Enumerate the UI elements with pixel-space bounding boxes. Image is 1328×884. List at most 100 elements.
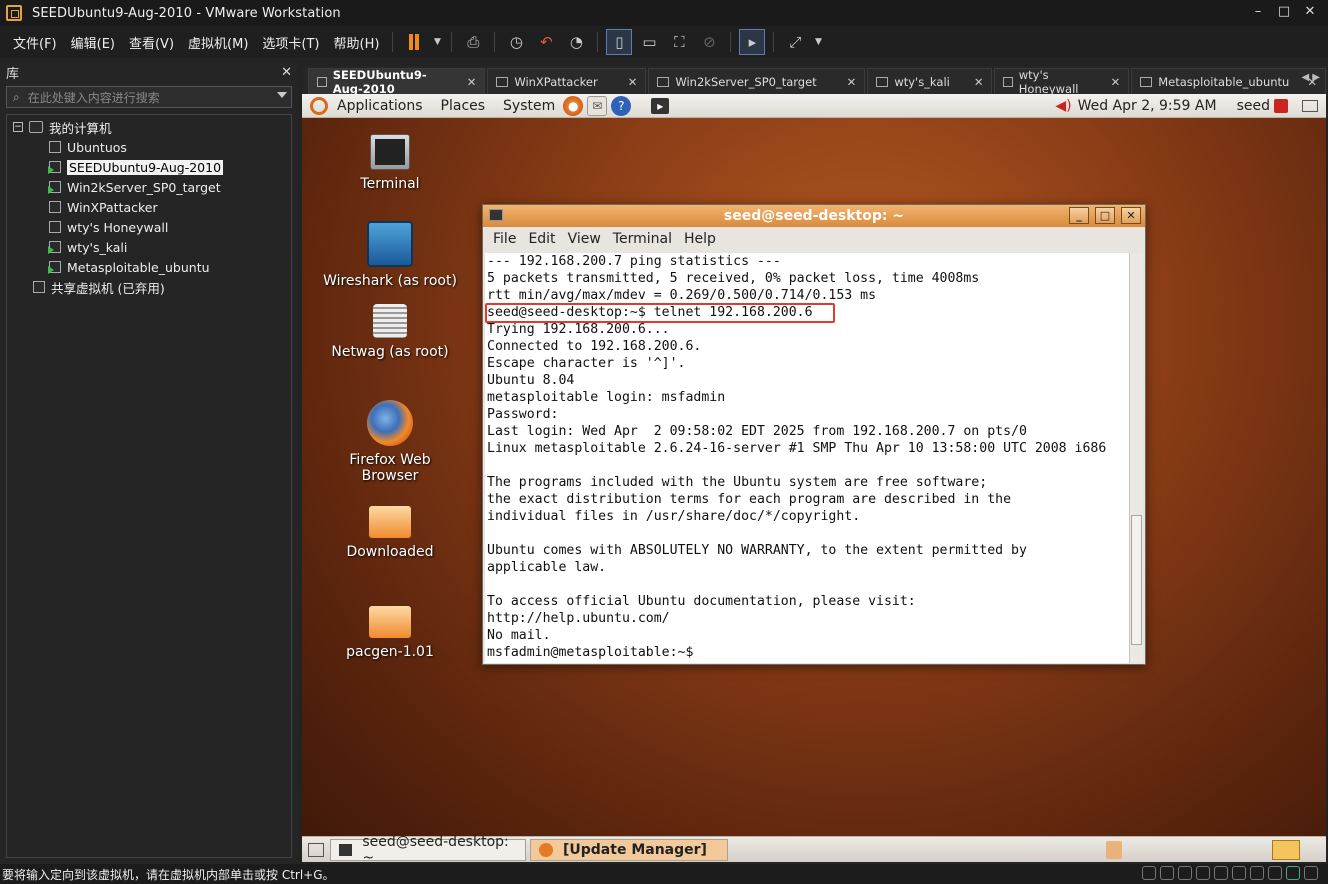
pause-dropdown-icon[interactable]: ▼ bbox=[431, 29, 443, 55]
workspace-switcher[interactable] bbox=[1272, 840, 1300, 860]
tab-kali[interactable]: wty's_kali ✕ bbox=[867, 68, 993, 94]
console-view-icon[interactable]: ▸ bbox=[739, 29, 766, 55]
fullscreen-icon[interactable]: ⛶ bbox=[666, 29, 692, 55]
menu-file[interactable]: 文件(F) bbox=[6, 33, 64, 52]
stretch-guest-icon[interactable]: ⤢ bbox=[782, 29, 808, 55]
tab-close-icon[interactable]: ✕ bbox=[1111, 75, 1121, 89]
tree-vm-seedubuntu[interactable]: SEEDUbuntu9-Aug-2010 bbox=[7, 157, 291, 177]
computer-icon bbox=[29, 121, 43, 133]
library-search-input[interactable]: ⌕ 在此处键入内容进行搜索 bbox=[6, 86, 292, 108]
shared-vms-icon bbox=[33, 281, 45, 293]
thumbnail-bar-icon[interactable]: ▭ bbox=[636, 29, 662, 55]
pause-button[interactable] bbox=[401, 29, 427, 55]
tree-vm-kali[interactable]: wty's_kali bbox=[7, 237, 291, 257]
terminal-maximize-button[interactable]: □ bbox=[1095, 207, 1115, 224]
menu-help[interactable]: 帮助(H) bbox=[327, 33, 387, 52]
tree-vm-win2k[interactable]: Win2kServer_SP0_target bbox=[7, 177, 291, 197]
send-ctrl-alt-del-icon[interactable]: ⎙ bbox=[460, 29, 486, 55]
tree-shared-vms[interactable]: 共享虚拟机 (已弃用) bbox=[7, 277, 291, 297]
terminal-line: Last login: Wed Apr 2 09:58:02 EDT 2025 … bbox=[487, 424, 1027, 439]
tab-close-icon[interactable]: ✕ bbox=[974, 75, 984, 89]
cdrom-icon[interactable] bbox=[1160, 866, 1174, 880]
terminal-menu-file[interactable]: File bbox=[493, 231, 516, 247]
floppy-icon[interactable] bbox=[1178, 866, 1192, 880]
terminal-titlebar[interactable]: seed@seed-desktop: ~ _ □ ✕ bbox=[483, 205, 1145, 227]
show-desktop-icon[interactable] bbox=[308, 842, 324, 857]
terminal-window[interactable]: seed@seed-desktop: ~ _ □ ✕ File Edit Vie… bbox=[482, 204, 1146, 665]
terminal-minimize-button[interactable]: _ bbox=[1069, 207, 1089, 224]
printer-icon[interactable] bbox=[1250, 866, 1264, 880]
tab-close-icon[interactable]: ✕ bbox=[467, 75, 477, 89]
network-icon[interactable] bbox=[1302, 100, 1318, 112]
terminal-scrollbar[interactable] bbox=[1129, 253, 1143, 663]
desktop-icon-netwag[interactable]: Netwag (as root) bbox=[320, 304, 460, 360]
minimize-button[interactable]: – bbox=[1246, 0, 1270, 26]
library-close-button[interactable]: ✕ bbox=[281, 65, 292, 80]
menu-edit[interactable]: 编辑(E) bbox=[64, 33, 122, 52]
collapse-icon[interactable]: − bbox=[13, 122, 23, 132]
scrollbar-thumb[interactable] bbox=[1131, 515, 1142, 645]
mail-launcher-icon[interactable]: ✉ bbox=[587, 95, 608, 116]
display-icon[interactable] bbox=[1268, 866, 1282, 880]
panel-user[interactable]: seed bbox=[1237, 98, 1270, 114]
desktop-icon-pacgen[interactable]: pacgen-1.01 bbox=[320, 606, 460, 660]
terminal-menu-terminal[interactable]: Terminal bbox=[613, 231, 672, 247]
vm-running-icon bbox=[48, 241, 61, 254]
tree-vm-ubuntuos[interactable]: Ubuntuos bbox=[7, 137, 291, 157]
chevron-down-icon[interactable] bbox=[277, 92, 287, 98]
hdd-icon[interactable] bbox=[1142, 866, 1156, 880]
snapshot-icon[interactable]: ◷ bbox=[503, 29, 529, 55]
sound-icon[interactable] bbox=[1232, 866, 1246, 880]
tab-winxpattacker[interactable]: WinXPattacker ✕ bbox=[487, 68, 647, 94]
network-adapter-icon[interactable] bbox=[1196, 866, 1210, 880]
stretch-dropdown-icon[interactable]: ▼ bbox=[812, 29, 824, 55]
terminal-menu-view[interactable]: View bbox=[568, 231, 601, 247]
panel-clock[interactable]: Wed Apr 2, 9:59 AM bbox=[1078, 98, 1217, 114]
messages-icon[interactable] bbox=[1286, 866, 1300, 880]
tab-metasploitable[interactable]: Metasploitable_ubuntu ✕ bbox=[1131, 68, 1326, 94]
menu-system[interactable]: System bbox=[503, 98, 555, 114]
tab-scroll-icon[interactable]: ◀ ▶ bbox=[1301, 72, 1320, 83]
fullscreen-status-icon[interactable] bbox=[1304, 866, 1318, 880]
tree-root[interactable]: − 我的计算机 bbox=[7, 117, 291, 137]
tab-win2kserver[interactable]: Win2kServer_SP0_target ✕ bbox=[648, 68, 866, 94]
menu-view[interactable]: 查看(V) bbox=[122, 33, 181, 52]
terminal-menu-help[interactable]: Help bbox=[684, 231, 716, 247]
tab-close-icon[interactable]: ✕ bbox=[847, 75, 857, 89]
update-manager-icon bbox=[539, 842, 553, 857]
close-button[interactable]: ✕ bbox=[1298, 0, 1322, 26]
snapshot-manager-icon[interactable]: ◔ bbox=[563, 29, 589, 55]
tab-honeywall[interactable]: wty's Honeywall ✕ bbox=[994, 68, 1130, 96]
show-library-icon[interactable]: ▯ bbox=[606, 29, 633, 55]
menu-applications[interactable]: Applications bbox=[337, 98, 423, 114]
volume-muted-icon[interactable]: ◀) bbox=[1055, 98, 1071, 114]
library-pane: 库 ✕ ⌕ 在此处键入内容进行搜索 − 我的计算机 Ubuntuos SEEDU… bbox=[0, 62, 298, 866]
terminal-output[interactable]: --- 192.168.200.7 ping statistics --- 5 … bbox=[485, 253, 1129, 663]
terminal-menu-edit[interactable]: Edit bbox=[528, 231, 555, 247]
desktop-icon-firefox[interactable]: Firefox Web Browser bbox=[320, 400, 460, 484]
usb-icon[interactable] bbox=[1214, 866, 1228, 880]
trash-icon[interactable] bbox=[1106, 841, 1122, 859]
desktop-icon-terminal[interactable]: Terminal bbox=[320, 134, 460, 192]
tab-seedubuntu[interactable]: SEEDUbuntu9-Aug-2010 ✕ bbox=[308, 68, 486, 96]
maximize-button[interactable]: □ bbox=[1272, 0, 1296, 26]
terminal-close-button[interactable]: ✕ bbox=[1121, 207, 1141, 224]
tree-vm-honeywall[interactable]: wty's Honeywall bbox=[7, 217, 291, 237]
terminal-launcher-icon[interactable]: ▸ bbox=[651, 97, 670, 114]
guest-screen[interactable]: Applications Places System ● ✉ ? ▸ ◀) We… bbox=[302, 94, 1326, 862]
unity-icon[interactable]: ⊘ bbox=[696, 29, 722, 55]
revert-snapshot-icon[interactable]: ↶ bbox=[533, 29, 559, 55]
tab-close-icon[interactable]: ✕ bbox=[628, 75, 638, 89]
shutdown-icon[interactable] bbox=[1274, 99, 1288, 113]
tree-vm-metasploitable[interactable]: Metasploitable_ubuntu bbox=[7, 257, 291, 277]
taskbar-terminal[interactable]: seed@seed-desktop: ~ bbox=[330, 834, 526, 862]
firefox-launcher-icon[interactable]: ● bbox=[563, 95, 584, 116]
tree-vm-winxp[interactable]: WinXPattacker bbox=[7, 197, 291, 217]
desktop-icon-downloaded[interactable]: Downloaded bbox=[320, 506, 460, 560]
help-launcher-icon[interactable]: ? bbox=[611, 95, 632, 116]
desktop-icon-wireshark[interactable]: Wireshark (as root) bbox=[320, 221, 460, 289]
menu-vm[interactable]: 虚拟机(M) bbox=[181, 33, 255, 52]
taskbar-update-manager[interactable]: [Update Manager] bbox=[530, 838, 728, 861]
menu-tabs[interactable]: 选项卡(T) bbox=[255, 33, 326, 52]
menu-places[interactable]: Places bbox=[441, 98, 486, 114]
